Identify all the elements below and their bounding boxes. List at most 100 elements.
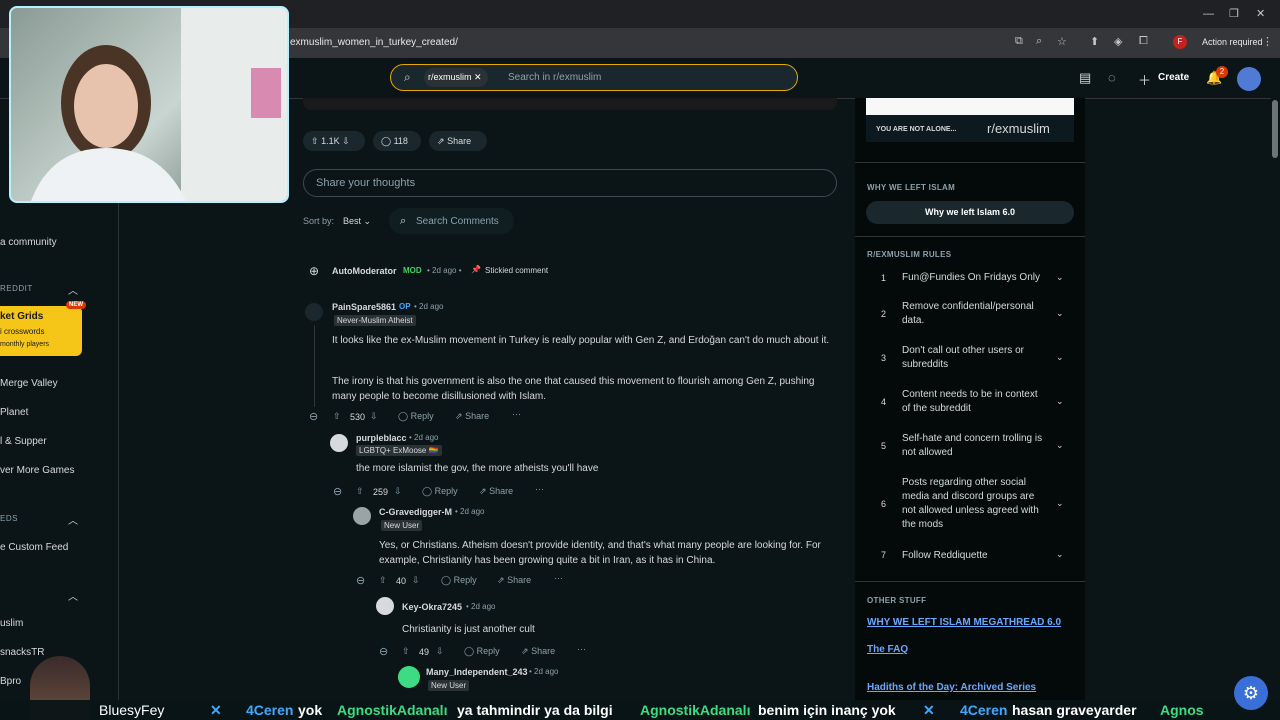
rule-item[interactable]: Self-hate and concern trolling is not al… [902,432,1048,460]
chevron-down-icon[interactable]: ⌄ [1056,396,1064,407]
url-text[interactable]: exmuslim_women_in_turkey_created/ [290,37,458,48]
sidebar-game-item[interactable]: ver More Games [0,465,74,476]
downvote-icon[interactable]: ⇩ [342,136,350,146]
sidebar-custom-feed[interactable]: e Custom Feed [0,542,68,553]
avatar[interactable] [398,666,420,688]
create-plus-icon[interactable]: ＋ [1138,70,1151,89]
more-options-icon[interactable]: ··· [577,644,586,654]
search-input[interactable]: Search in r/exmuslim [508,72,601,83]
sidebar-game-item[interactable]: Merge Valley [0,378,58,389]
comment-username[interactable]: purpleblacc [356,433,407,443]
avatar[interactable] [305,303,323,321]
avatar[interactable] [353,507,371,525]
collapse-feeds-icon[interactable]: ︿ [68,512,78,527]
sidebar-community-item[interactable]: snacksTR [0,647,44,658]
thread-line[interactable] [314,325,315,407]
upvote-icon[interactable]: ⇧ [379,575,387,586]
sidebar-community-item[interactable]: Bpro [0,676,21,687]
sidebar-community-item[interactable]: uslim [0,618,23,629]
scrollbar-thumb[interactable] [1272,100,1278,158]
comment-username[interactable]: Key-Okra7245 [402,602,462,612]
install-icon[interactable]: ⧉ [1015,35,1023,48]
hadiths-link[interactable]: Hadiths of the Day: Archived Series [867,682,1036,693]
search-subreddit-chip[interactable]: r/exmuslim ✕ [424,68,488,87]
collapse-comment-icon[interactable]: ⊖ [379,645,388,658]
upvote-icon[interactable]: ⇧ [311,136,319,146]
megathread-link[interactable]: WHY WE LEFT ISLAM MEGATHREAD 6.0 [867,617,1061,628]
downvote-icon[interactable]: ⇩ [412,575,420,586]
comment-composer-placeholder[interactable]: Share your thoughts [316,177,415,189]
comment-username[interactable]: C-Gravedigger-M [379,507,452,517]
rule-item[interactable]: Don't call out other users or subreddits [902,344,1048,372]
extension-2-icon[interactable]: ◈ [1114,35,1122,48]
extensions-puzzle-icon[interactable]: ⧠ [1139,35,1148,48]
post-vote-pill[interactable]: ⇧ 1.1K ⇩ [303,131,365,151]
sidebar-game-item[interactable]: Planet [0,407,28,418]
create-button[interactable]: Create [1158,72,1189,83]
minimize-icon[interactable]: — [1203,8,1214,20]
browser-profile-avatar[interactable]: F [1173,35,1187,49]
sidebar-section-feeds[interactable]: EDS [0,514,18,523]
downvote-icon[interactable]: ⇩ [436,646,444,657]
reply-button[interactable]: ◯ Reply [422,486,458,497]
chat-icon[interactable]: ◌ [1108,70,1116,85]
maximize-icon[interactable]: ❐ [1229,7,1239,20]
post-share-button[interactable]: ⇗ Share [429,131,487,151]
avatar[interactable] [376,597,394,615]
chevron-down-icon[interactable]: ⌄ [1056,352,1064,363]
chevron-down-icon[interactable]: ⌄ [1056,440,1064,451]
more-options-icon[interactable]: ··· [535,484,544,494]
more-options-icon[interactable]: ··· [512,409,521,419]
chip-close-icon[interactable]: ✕ [474,72,482,82]
browser-menu-icon[interactable]: ⋮ [1262,35,1273,48]
comment-username[interactable]: PainSpare5861 [332,302,396,312]
user-avatar[interactable] [1237,67,1261,91]
zoom-icon[interactable]: ⌕ [1036,35,1042,48]
share-button[interactable]: ⇗ Share [455,411,489,422]
downvote-icon[interactable]: ⇩ [370,411,378,422]
share-button[interactable]: ⇗ Share [497,575,531,586]
upvote-icon[interactable]: ⇧ [333,411,341,422]
downvote-icon[interactable]: ⇩ [394,486,402,497]
rule-item[interactable]: Fun@Fundies On Fridays Only [902,271,1048,285]
rule-item[interactable]: Posts regarding other social media and d… [902,476,1048,532]
reply-button[interactable]: ◯ Reply [398,411,434,422]
rule-item[interactable]: Remove confidential/personal data. [902,300,1048,328]
comment-username[interactable]: AutoModerator [332,266,397,276]
action-required-button[interactable]: Action required [1196,33,1269,51]
upvote-icon[interactable]: ⇧ [356,486,364,497]
sort-dropdown[interactable]: Best ⌄ [343,216,371,227]
advertise-icon[interactable]: ▤ [1079,70,1091,86]
search-comments-placeholder[interactable]: Search Comments [416,216,499,227]
extension-icon[interactable]: ⬆ [1090,35,1099,48]
reply-button[interactable]: ◯ Reply [441,575,477,586]
avatar[interactable] [330,434,348,452]
bookmark-star-icon[interactable]: ☆ [1057,35,1067,48]
more-options-icon[interactable]: ··· [554,573,563,583]
rule-item[interactable]: Follow Reddiquette [902,549,1048,563]
sidebar-create-community[interactable]: a community [0,237,57,248]
upvote-icon[interactable]: ⇧ [402,646,410,657]
collapse-comment-icon[interactable]: ⊖ [333,485,342,498]
collapse-comment-icon[interactable]: ⊖ [356,574,365,587]
reply-button[interactable]: ◯ Reply [464,646,500,657]
collapse-communities-icon[interactable]: ︿ [68,588,78,603]
collapse-comment-icon[interactable]: ⊖ [309,410,318,423]
collapse-reddit-icon[interactable]: ︿ [68,282,78,297]
expand-comment-icon[interactable]: ⊕ [309,264,319,278]
sidebar-section-reddit[interactable]: REDDIT [0,284,33,293]
faq-link[interactable]: The FAQ [867,644,908,655]
chevron-down-icon[interactable]: ⌄ [1056,272,1064,283]
comment-username[interactable]: Many_Independent_243 [426,667,528,677]
close-window-icon[interactable]: ✕ [1256,7,1265,20]
why-we-left-button[interactable]: Why we left Islam 6.0 [866,201,1074,224]
chevron-down-icon[interactable]: ⌄ [1056,498,1064,509]
chevron-down-icon[interactable]: ⌄ [1056,549,1064,560]
share-button[interactable]: ⇗ Share [521,646,555,657]
sidebar-game-item[interactable]: l & Supper [0,436,47,447]
share-button[interactable]: ⇗ Share [479,486,513,497]
comments-button[interactable]: ◯ 118 [373,131,421,151]
rule-item[interactable]: Content needs to be in context of the su… [902,388,1048,416]
ticker-message: benim için inanç yok [758,702,896,718]
chevron-down-icon[interactable]: ⌄ [1056,308,1064,319]
